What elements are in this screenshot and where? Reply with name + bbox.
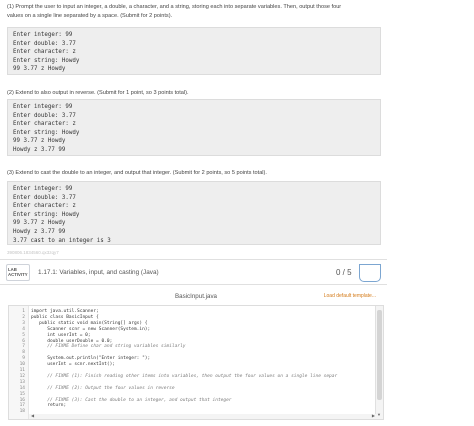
code-comment: // FIXME (1): Finish reading other items… — [47, 373, 338, 379]
output-line: Enter double: 3.77 — [13, 40, 76, 47]
code-comment: // FIXME Define char and string variable… — [47, 344, 186, 350]
lab-progress-icon — [359, 264, 381, 282]
line-number: 2 — [22, 314, 25, 320]
line-number: 4 — [22, 326, 25, 332]
instruction-step1-line2: values on a single line separated by a s… — [7, 12, 173, 19]
line-number: 3 — [22, 320, 25, 326]
output-line: 99 3.77 z Howdy — [13, 220, 66, 227]
output-line: Enter integer: 99 — [13, 32, 73, 38]
code-text: public static void main(String[] args) { — [31, 320, 148, 326]
lab-title: 1.17.1: Variables, input, and casting (J… — [38, 269, 159, 276]
line-number: 9 — [22, 356, 25, 362]
code-line[interactable]: 10 userInt = scnr.nextInt(); — [9, 362, 371, 368]
code-line[interactable]: 13 — [9, 380, 371, 386]
output-line: Enter string: Howdy — [13, 211, 80, 218]
feedback-id: 390806.1834560.qx3zqy7 — [7, 250, 59, 255]
line-number: 15 — [19, 391, 25, 397]
scroll-down-icon[interactable]: ▼ — [377, 412, 381, 417]
scroll-left-icon[interactable]: ◀ — [31, 413, 34, 418]
instruction-step1-line1: (1) Prompt the user to input an integer,… — [7, 4, 342, 10]
code-line[interactable]: 2 public class BasicInput { — [9, 315, 371, 321]
line-number: 8 — [22, 350, 25, 356]
code-line[interactable]: 11 — [9, 368, 371, 374]
output-line: 3.77 cast to an integer is 3 — [13, 237, 111, 244]
code-line[interactable]: 14 // FIXME (2): Output the four values … — [9, 386, 371, 392]
vertical-scrollbar[interactable]: ▼ — [375, 306, 383, 419]
code-text: return; — [31, 403, 67, 409]
instruction-step1: (1) Prompt the user to input an integer,… — [7, 3, 447, 20]
code-editor[interactable]: 1 import java.util.Scanner; 2 public class … — [8, 305, 384, 420]
output-line: Enter character: z — [13, 49, 76, 56]
output-line: 99 3.77 z Howdy — [13, 138, 66, 145]
code-text: System.out.println("Enter integer: "); — [31, 356, 151, 362]
line-number: 13 — [19, 379, 25, 385]
code-comment: // FIXME (3): Cast the double to an inte… — [47, 397, 232, 403]
lab-activity-header: LAB ACTIVITY 1.17.1: Variables, input, a… — [0, 259, 387, 285]
line-number: 12 — [19, 373, 25, 379]
code-text: userInt = scnr.nextInt(); — [31, 362, 115, 368]
lab-score: 0 / 5 — [336, 268, 352, 277]
line-number: 18 — [19, 409, 25, 415]
code-text: int userInt = 0; — [31, 332, 91, 338]
output-line: Enter integer: 99 — [13, 186, 73, 192]
code-line[interactable]: 12 // FIXME (1): Finish reading other it… — [9, 374, 371, 380]
horizontal-scrollbar[interactable]: ◀ ▶ — [29, 413, 377, 419]
code-line[interactable]: 9 System.out.println("Enter integer: "); — [9, 356, 371, 362]
load-default-template-link[interactable]: Load default template... — [324, 293, 376, 299]
code-comment: // FIXME (2): Output the four values in … — [47, 385, 175, 391]
instruction-step3: (3) Extend to cast the double to an inte… — [7, 170, 267, 176]
output-line: Howdy z 3.77 99 — [13, 146, 66, 153]
output-line: Enter integer: 99 — [13, 104, 73, 110]
output-line: Enter character: z — [13, 121, 76, 128]
instruction-step2: (2) Extend to also output in reverse. (S… — [7, 90, 189, 96]
output-line: Enter string: Howdy — [13, 129, 80, 136]
line-number: 5 — [22, 332, 25, 338]
code-text: public class BasicInput { — [31, 314, 99, 320]
output-line: Enter string: Howdy — [13, 57, 80, 64]
code-text: double userDouble = 0.0; — [31, 338, 113, 344]
example-output-3: Enter integer: 99 Enter double: 3.77 Ent… — [7, 181, 381, 245]
line-number: 14 — [19, 385, 25, 391]
output-line: Enter double: 3.77 — [13, 112, 76, 119]
output-line: Howdy z 3.77 99 — [13, 228, 66, 235]
line-number: 10 — [19, 362, 25, 368]
code-text: import java.util.Scanner; — [31, 309, 99, 314]
code-line[interactable]: 5 int userInt = 0; — [9, 333, 371, 339]
output-line: 99 3.77 z Howdy — [13, 66, 66, 73]
lab-badge-line2: ACTIVITY — [8, 272, 28, 278]
code-line[interactable]: 17 return; — [9, 403, 371, 409]
code-line[interactable]: 1 import java.util.Scanner; — [9, 309, 371, 315]
scroll-right-icon[interactable]: ▶ — [372, 413, 375, 418]
line-number: 1 — [22, 309, 25, 314]
example-output-2: Enter integer: 99 Enter double: 3.77 Ent… — [7, 99, 381, 156]
code-text: Scanner scnr = new Scanner(System.in); — [31, 326, 151, 332]
code-line[interactable]: 4 Scanner scnr = new Scanner(System.in); — [9, 327, 371, 333]
code-line[interactable]: 3 public static void main(String[] args)… — [9, 321, 371, 327]
lab-activity-badge: LAB ACTIVITY — [6, 264, 30, 281]
scrollbar-thumb[interactable] — [377, 310, 382, 400]
code-line[interactable]: 8 — [9, 350, 371, 356]
code-line[interactable]: 7 // FIXME Define char and string variab… — [9, 344, 371, 350]
example-output-1: Enter integer: 99 Enter double: 3.77 Ent… — [7, 27, 381, 75]
code-line[interactable]: 15 — [9, 392, 371, 398]
output-line: Enter character: z — [13, 203, 76, 210]
output-line: Enter double: 3.77 — [13, 194, 76, 201]
editor-toolbar: BasicInput.java Load default template... — [8, 291, 384, 303]
line-number: 11 — [19, 368, 25, 373]
